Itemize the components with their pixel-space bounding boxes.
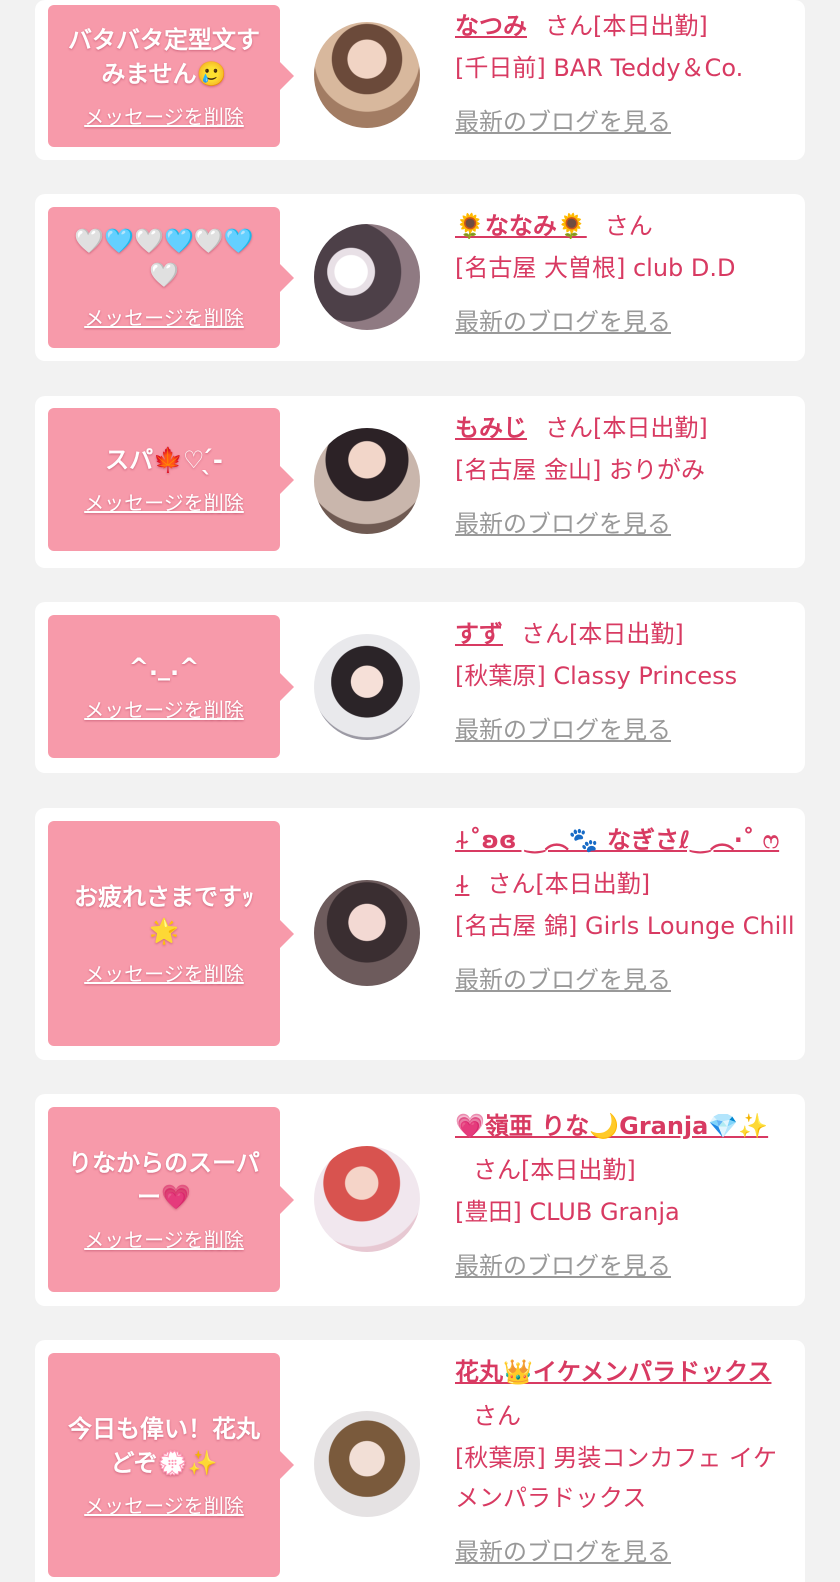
- delete-message-link[interactable]: メッセージを削除: [84, 1490, 244, 1519]
- avatar[interactable]: [314, 634, 420, 740]
- avatar[interactable]: [314, 428, 420, 534]
- message-card: りなからのスーパー💗 メッセージを削除 💗嶺亜 りな🌙Granja💎✨ さん[本日…: [35, 1094, 805, 1306]
- cast-name-link[interactable]: すず: [455, 620, 503, 648]
- avatar[interactable]: [314, 22, 420, 128]
- delete-message-link[interactable]: メッセージを削除: [84, 958, 244, 987]
- shop-name: [千日前] BAR Teddy＆Co.: [455, 54, 744, 82]
- delete-message-link[interactable]: メッセージを削除: [84, 694, 244, 723]
- message-bubble: 🤍🩵🤍🩵🤍🩵🤍 メッセージを削除: [48, 207, 294, 348]
- message-card: スパ🍁♡ ̖́- メッセージを削除 もみじ さん[本日出勤] [名古屋 金山] お…: [35, 396, 805, 568]
- message-list: バタバタ定型文すみません🥲 メッセージを削除 なつみ さん[本日出勤] [千日前]…: [0, 0, 840, 1582]
- cast-info: 花丸👑イケメンパラドックスさん [秋葉原] 男装コンカフェ イケメンパラドックス…: [455, 1350, 795, 1567]
- cast-info: なつみ さん[本日出勤] [千日前] BAR Teddy＆Co. 最新のブログを見…: [455, 4, 795, 137]
- shop-name: [名古屋 金山] おりがみ: [455, 456, 705, 484]
- cast-name-link[interactable]: 💗嶺亜 りな🌙Granja💎✨: [455, 1112, 768, 1140]
- message-text: 今日も偉い！花丸どぞ💮✨: [68, 1414, 260, 1477]
- cast-name-link[interactable]: 花丸👑イケメンパラドックス: [455, 1358, 771, 1386]
- honorific: さん: [545, 414, 593, 442]
- latest-blog-link[interactable]: 最新のブログを見る: [455, 960, 671, 995]
- cast-name-link[interactable]: もみじ: [455, 414, 527, 442]
- message-card: 今日も偉い！花丸どぞ💮✨ メッセージを削除 花丸👑イケメンパラドックスさん [秋…: [35, 1340, 805, 1582]
- honorific: さん: [487, 870, 536, 898]
- message-card: 🤍🩵🤍🩵🤍🩵🤍 メッセージを削除 🌻ななみ🌻 さん [名古屋 大曽根] club …: [35, 194, 805, 361]
- message-text: バタバタ定型文すみません🥲: [68, 25, 260, 88]
- avatar[interactable]: [314, 880, 420, 986]
- cast-name-link[interactable]: なつみ: [455, 12, 527, 40]
- delete-message-link[interactable]: メッセージを削除: [84, 1224, 244, 1253]
- cast-info: もみじ さん[本日出勤] [名古屋 金山] おりがみ 最新のブログを見る: [455, 406, 795, 539]
- shop-name: [秋葉原] Classy Princess: [455, 662, 738, 690]
- work-status: [本日出勤]: [535, 870, 651, 898]
- honorific: さん: [473, 1402, 521, 1430]
- cast-name-link[interactable]: 🌻ななみ🌻: [455, 212, 587, 240]
- latest-blog-link[interactable]: 最新のブログを見る: [455, 504, 671, 539]
- latest-blog-link[interactable]: 最新のブログを見る: [455, 1532, 671, 1567]
- message-text: ^._.^: [128, 653, 200, 681]
- message-bubble: ^._.^ メッセージを削除: [48, 615, 294, 758]
- message-card: お疲れさまですｯ🌟 メッセージを削除 ⍭˚ʚ︎ɞ ‿︵🐾 なぎさℓ‿︵‧˚ ෆ …: [35, 808, 805, 1060]
- work-status: [本日出勤]: [593, 414, 708, 442]
- avatar[interactable]: [314, 224, 420, 330]
- message-bubble: お疲れさまですｯ🌟 メッセージを削除: [48, 821, 294, 1046]
- message-card: ^._.^ メッセージを削除 すず さん[本日出勤] [秋葉原] Classy P…: [35, 602, 805, 773]
- message-text: 🤍🩵🤍🩵🤍🩵🤍: [74, 227, 254, 289]
- work-status: [本日出勤]: [569, 620, 684, 648]
- delete-message-link[interactable]: メッセージを削除: [84, 487, 244, 516]
- message-bubble: りなからのスーパー💗 メッセージを削除: [48, 1107, 294, 1292]
- shop-name: [秋葉原] 男装コンカフェ イケメンパラドックス: [455, 1444, 777, 1512]
- delete-message-link[interactable]: メッセージを削除: [84, 302, 244, 331]
- latest-blog-link[interactable]: 最新のブログを見る: [455, 710, 671, 745]
- latest-blog-link[interactable]: 最新のブログを見る: [455, 302, 671, 337]
- honorific: さん: [473, 1156, 521, 1184]
- message-bubble: 今日も偉い！花丸どぞ💮✨ メッセージを削除: [48, 1353, 294, 1577]
- cast-info: ⍭˚ʚ︎ɞ ‿︵🐾 なぎさℓ‿︵‧˚ ෆ ⍭ さん[本日出勤] [名古屋 錦] G…: [455, 818, 795, 995]
- work-status: [本日出勤]: [593, 12, 708, 40]
- avatar[interactable]: [314, 1411, 420, 1517]
- honorific: さん: [545, 12, 593, 40]
- shop-name: [豊田] CLUB Granja: [455, 1198, 680, 1226]
- honorific: さん: [521, 620, 569, 648]
- message-bubble: バタバタ定型文すみません🥲 メッセージを削除: [48, 5, 294, 147]
- cast-info: すず さん[本日出勤] [秋葉原] Classy Princess 最新のブログを…: [455, 612, 795, 745]
- message-bubble: スパ🍁♡ ̖́- メッセージを削除: [48, 408, 294, 551]
- latest-blog-link[interactable]: 最新のブログを見る: [455, 102, 671, 137]
- latest-blog-link[interactable]: 最新のブログを見る: [455, 1246, 671, 1281]
- message-text: りなからのスーパー💗: [68, 1149, 260, 1211]
- shop-name: [名古屋 錦] Girls Lounge Chill: [455, 912, 795, 940]
- shop-name: [名古屋 大曽根] club D.D: [455, 254, 736, 282]
- cast-info: 💗嶺亜 りな🌙Granja💎✨ さん[本日出勤] [豊田] CLUB Granja…: [455, 1104, 795, 1281]
- work-status: [本日出勤]: [521, 1156, 636, 1184]
- delete-message-link[interactable]: メッセージを削除: [84, 101, 244, 130]
- avatar[interactable]: [314, 1146, 420, 1252]
- honorific: さん: [604, 212, 653, 240]
- cast-info: 🌻ななみ🌻 さん [名古屋 大曽根] club D.D 最新のブログを見る: [455, 204, 795, 337]
- message-text: スパ🍁♡ ̖́-: [105, 446, 223, 474]
- message-text: お疲れさまですｯ🌟: [74, 883, 254, 945]
- message-card: バタバタ定型文すみません🥲 メッセージを削除 なつみ さん[本日出勤] [千日前]…: [35, 0, 805, 160]
